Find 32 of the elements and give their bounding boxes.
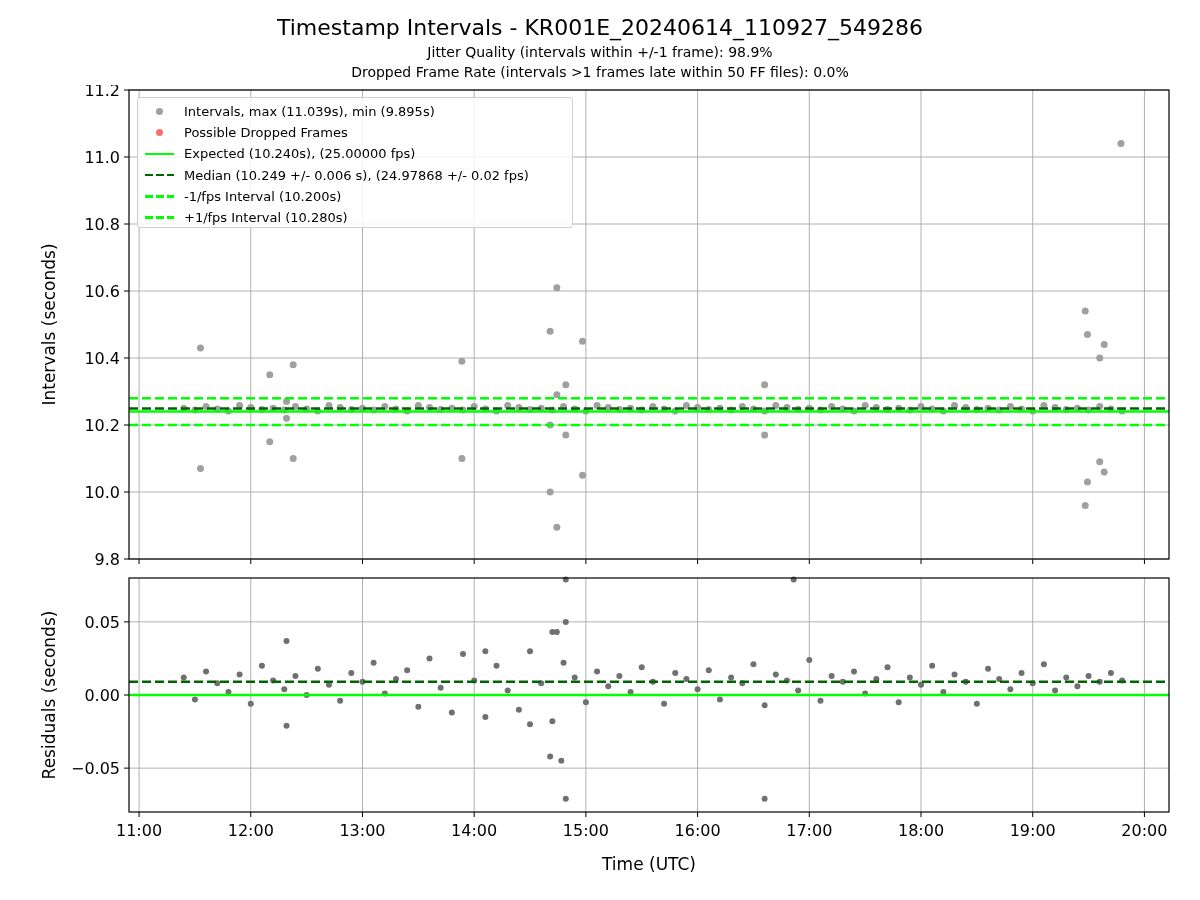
axis-label: Intervals (seconds) [39, 243, 59, 406]
tick-label: −0.05 [70, 759, 120, 779]
tick-label: 15:00 [562, 821, 609, 840]
tick-label: 13:00 [339, 821, 386, 840]
tick-label: 11.0 [84, 148, 120, 167]
chart-subtitle: Jitter Quality (intervals within +/-1 frame): 98.9% [427, 43, 773, 62]
tick-label: 10.4 [84, 349, 120, 368]
tick-label: 10.2 [84, 416, 120, 435]
tick-label: 20:00 [1121, 821, 1168, 840]
legend-label: +1/fps Interval (10.280s) [184, 210, 348, 226]
tick-label: 11:00 [116, 821, 163, 840]
legend-label: Median (10.249 +/- 0.006 s), (24.97868 +/- 0.02 fps) [184, 167, 529, 183]
chart-subtitle: Dropped Frame Rate (intervals >1 frames late within 50 FF files): 0.0% [351, 63, 849, 82]
tick-label: 0.00 [84, 686, 120, 705]
legend-label: Expected (10.240s), (25.00000 fps) [184, 146, 416, 162]
axis-label: Residuals (seconds) [39, 610, 59, 780]
tick-label: 10.0 [84, 483, 120, 502]
tick-label: 16:00 [674, 821, 721, 840]
tick-label: 0.05 [84, 612, 120, 632]
legend-label: Possible Dropped Frames [184, 125, 348, 141]
tick-label: 9.8 [94, 550, 120, 569]
tick-label: 12:00 [227, 821, 274, 840]
chart-title: Timestamp Intervals - KR001E_20240614_110927_549286 [277, 14, 923, 42]
axis-label: Time (UTC) [602, 854, 696, 874]
tick-label: 19:00 [1009, 821, 1056, 840]
tick-label: 10.6 [84, 282, 120, 301]
legend-label: Intervals, max (11.039s), min (9.895s) [184, 104, 435, 120]
tick-label: 18:00 [897, 821, 945, 840]
tick-label: 10.8 [84, 215, 120, 234]
tick-label: 17:00 [786, 821, 833, 840]
legend-label: -1/fps Interval (10.200s) [184, 188, 342, 204]
tick-label: 14:00 [451, 821, 498, 840]
